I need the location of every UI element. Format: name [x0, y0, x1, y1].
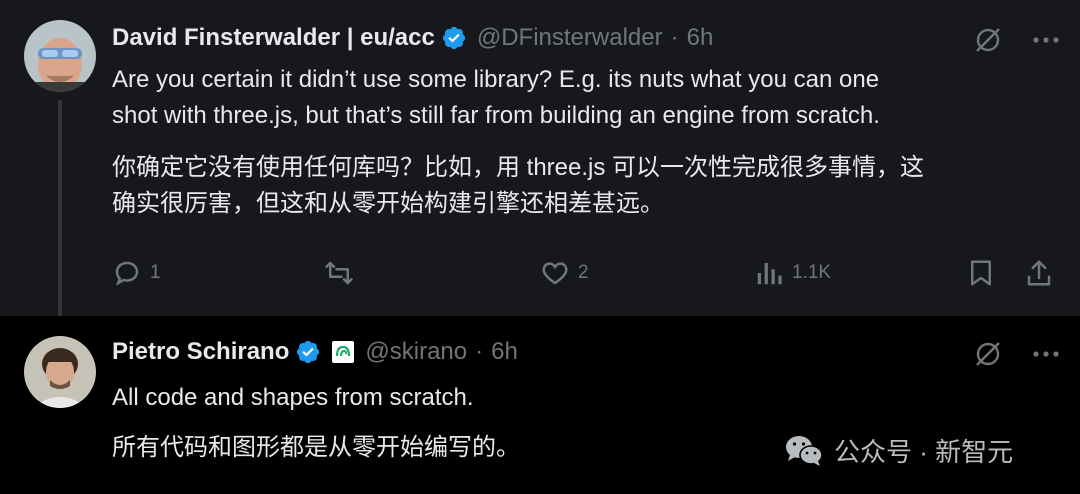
share-button[interactable] — [1024, 258, 1054, 288]
bookmark-button[interactable] — [966, 258, 996, 288]
heart-icon — [542, 262, 568, 285]
share-icon — [1027, 260, 1051, 286]
reply-button[interactable]: 1 — [112, 258, 161, 288]
verified-badge-icon — [442, 26, 465, 50]
wechat-icon — [786, 435, 823, 466]
separator-dot: · — [670, 24, 679, 51]
more-options-icon[interactable] — [1030, 338, 1062, 370]
tweet-header: Pietro Schirano @skirano · 6h — [112, 338, 518, 366]
watermark-text: 公众号 · 新智元 — [834, 437, 1014, 467]
tweet-top-icons — [972, 24, 1062, 56]
tweet-header: David Finsterwalder | eu/acc @DFinsterwa… — [112, 24, 713, 52]
action-bar: 1 2 1.1K — [112, 258, 1057, 294]
timestamp[interactable]: 6h — [687, 24, 714, 52]
bookmark-icon — [971, 260, 991, 286]
view-count: 1.1K — [792, 262, 832, 283]
wechat-watermark: 公众号 · 新智元 — [784, 432, 1013, 469]
more-options-icon[interactable] — [1030, 24, 1062, 56]
like-count: 2 — [578, 262, 589, 283]
author-handle[interactable]: @DFinsterwalder — [477, 24, 663, 52]
tweet-top-icons — [972, 338, 1062, 370]
reply-count: 1 — [150, 262, 161, 283]
text-line: shot with three.js, but that’s still far… — [112, 102, 880, 129]
tweet-text-english: All code and shapes from scratch. — [112, 384, 474, 411]
separator-dot: · — [475, 338, 484, 365]
reply-icon — [115, 261, 139, 286]
text-line: 确实很厉害，但这和从零开始构建引擎还相差甚远。 — [112, 190, 664, 217]
tweet-text-chinese: 你确定它没有使用任何库吗？比如，用 three.js 可以一次性完成很多事情，这… — [112, 150, 924, 222]
avatar-pietro[interactable] — [24, 336, 96, 408]
views-button[interactable]: 1.1K — [754, 258, 831, 288]
text-line: 你确定它没有使用任何库吗？比如，用 three.js 可以一次性完成很多事情，这 — [112, 154, 925, 181]
author-handle[interactable]: @skirano — [365, 338, 467, 366]
tweet-text-chinese: 所有代码和图形都是从零开始编写的。 — [112, 434, 520, 461]
views-chart-icon — [757, 263, 782, 285]
text-line: Are you certain it didn’t use some libra… — [112, 66, 880, 93]
thread-line — [58, 100, 62, 326]
tweet-david[interactable]: David Finsterwalder | eu/acc @DFinsterwa… — [0, 0, 1080, 326]
retweet-icon — [325, 261, 353, 285]
grok-icon[interactable] — [972, 338, 1004, 370]
verified-badge-icon — [297, 340, 320, 364]
tweet-text-english: Are you certain it didn’t use some libra… — [112, 62, 880, 134]
avatar-david[interactable] — [24, 20, 96, 92]
author-name[interactable]: David Finsterwalder | eu/acc — [112, 24, 435, 52]
affiliate-badge-icon[interactable] — [331, 340, 355, 364]
grok-icon[interactable] — [972, 24, 1004, 56]
timestamp[interactable]: 6h — [491, 338, 518, 366]
like-button[interactable]: 2 — [540, 258, 589, 288]
author-name[interactable]: Pietro Schirano — [112, 338, 289, 366]
retweet-button[interactable] — [324, 258, 354, 288]
